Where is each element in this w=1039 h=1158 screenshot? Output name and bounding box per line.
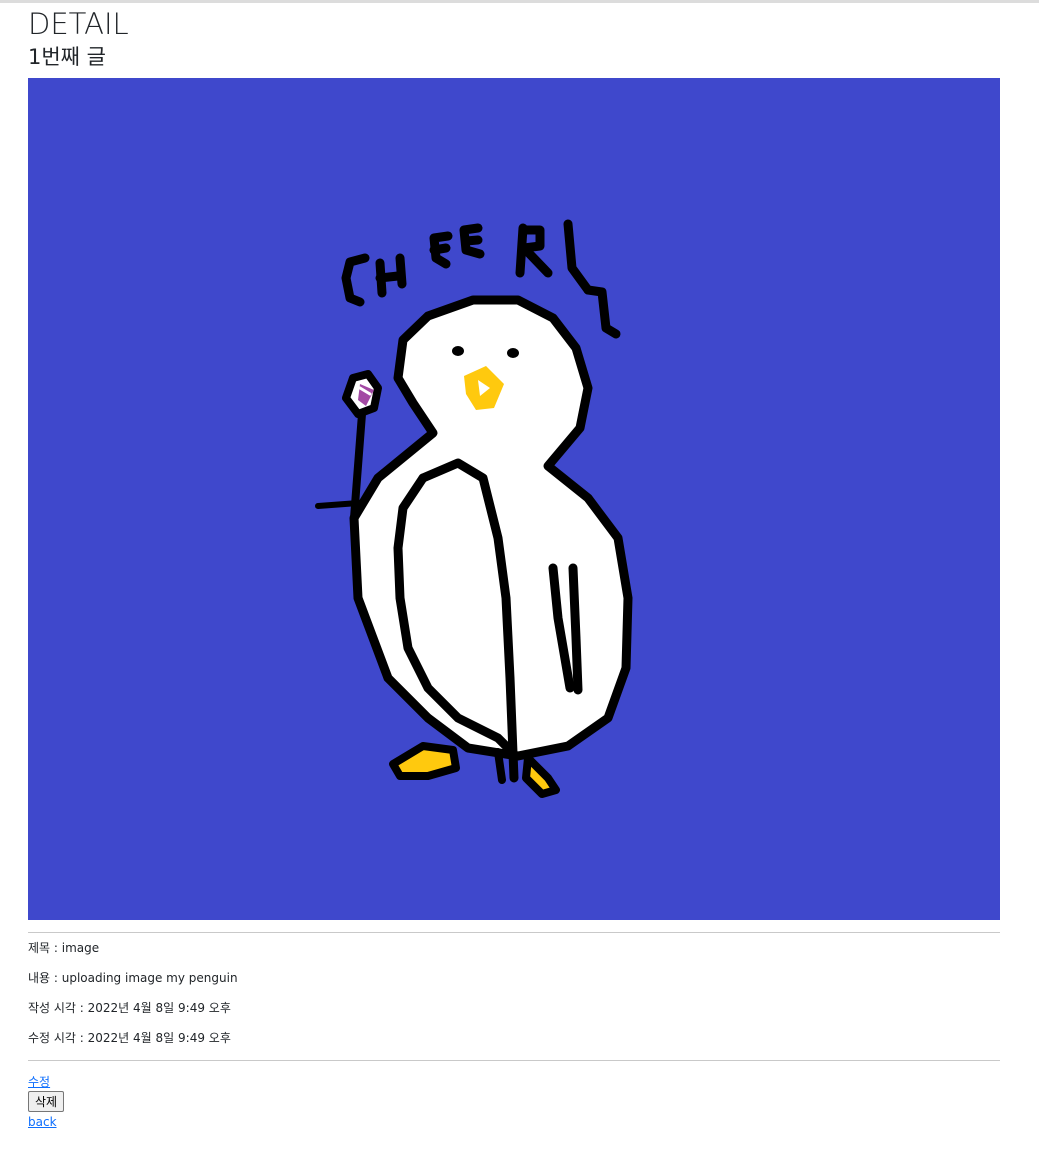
detail-page: DETAIL 1번째 글 제목: image 내용: uploading i…	[28, 3, 1000, 1130]
post-number-heading: 1번째 글	[28, 45, 106, 69]
delete-button[interactable]: 삭제	[28, 1091, 65, 1112]
post-updated-line: 수정 시각 : 2022년 4월 8일 9:49 오후	[28, 1031, 231, 1045]
post-content-line: 내용 : uploading image my penguin	[28, 971, 238, 985]
post-title-line: 제목 : image	[28, 941, 100, 955]
post-image	[28, 78, 1000, 920]
back-link[interactable]: back	[28, 1114, 57, 1130]
edit-link[interactable]: 수정	[28, 1074, 50, 1090]
post-created-line: 작성 시각 : 2022년 4월 8일 9:49 오후	[28, 1001, 231, 1015]
post-details: 제목 : image 내용 : uploading image my pengu…	[28, 933, 1000, 1046]
post-actions: 수정 삭제 back	[28, 1061, 1000, 1130]
penguin-drawing	[28, 78, 1000, 920]
page-title: DETAIL	[28, 7, 129, 41]
